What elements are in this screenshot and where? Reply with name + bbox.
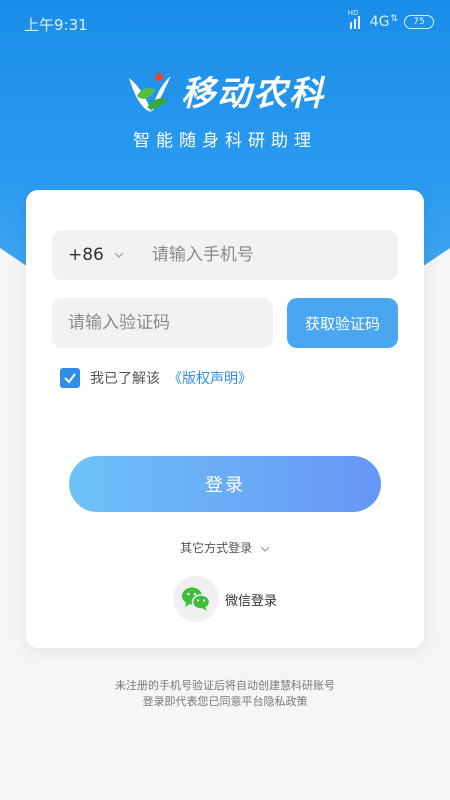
agree-text: 我已了解该 — [90, 371, 160, 387]
agree-checkbox[interactable] — [60, 368, 80, 388]
app-name: 移动农科 — [181, 74, 325, 114]
country-code: +86 — [68, 245, 104, 265]
battery-level: 75 — [413, 17, 425, 27]
get-code-button[interactable]: 获取验证码 — [287, 298, 398, 348]
login-button[interactable]: 登录 — [69, 456, 381, 512]
phone-input[interactable] — [151, 245, 362, 265]
check-icon — [64, 373, 76, 384]
code-input[interactable] — [68, 313, 258, 333]
code-field — [52, 298, 273, 348]
data-arrow-icon: ⇅ — [390, 14, 398, 24]
wechat-icon — [182, 587, 211, 611]
chevron-down-icon — [114, 252, 124, 258]
login-card: +86 获取验证码 我已了解该 《版权声明》 登录 其它方式登录 — [26, 190, 424, 648]
hd-label: HD — [347, 9, 359, 17]
country-code-selector[interactable]: +86 — [68, 245, 124, 265]
brand-logo: 移动农科 智能随身科研助理 — [0, 66, 450, 151]
footer-line-2: 登录即代表您已同意平台隐私政策 — [142, 695, 308, 708]
leaf-logo-icon — [129, 72, 171, 112]
other-login-toggle[interactable]: 其它方式登录 — [26, 539, 424, 556]
phone-field: +86 — [52, 230, 398, 280]
status-indicators: HD 4G ⇅ 75 — [348, 9, 434, 30]
network-type: 4G — [369, 14, 390, 30]
footer-line-1: 未注册的手机号验证后将自动创建慧科研账号 — [115, 679, 335, 692]
other-login-label: 其它方式登录 — [180, 541, 253, 555]
app-slogan: 智能随身科研助理 — [133, 130, 317, 151]
agreement-row: 我已了解该 《版权声明》 — [60, 368, 252, 388]
battery-icon: 75 — [404, 15, 434, 29]
copyright-link[interactable]: 《版权声明》 — [168, 368, 252, 388]
footer-notice: 未注册的手机号验证后将自动创建慧科研账号 登录即代表您已同意平台隐私政策 — [0, 678, 450, 710]
status-bar: 上午9:31 HD 4G ⇅ 75 — [0, 0, 450, 48]
chevron-down-icon — [260, 546, 270, 552]
wechat-icon-wrap — [173, 576, 219, 622]
wechat-login-label: 微信登录 — [225, 593, 278, 609]
signal-icon: HD — [348, 9, 364, 29]
wechat-login-button[interactable]: 微信登录 — [173, 576, 277, 622]
status-time: 上午9:31 — [24, 16, 88, 34]
